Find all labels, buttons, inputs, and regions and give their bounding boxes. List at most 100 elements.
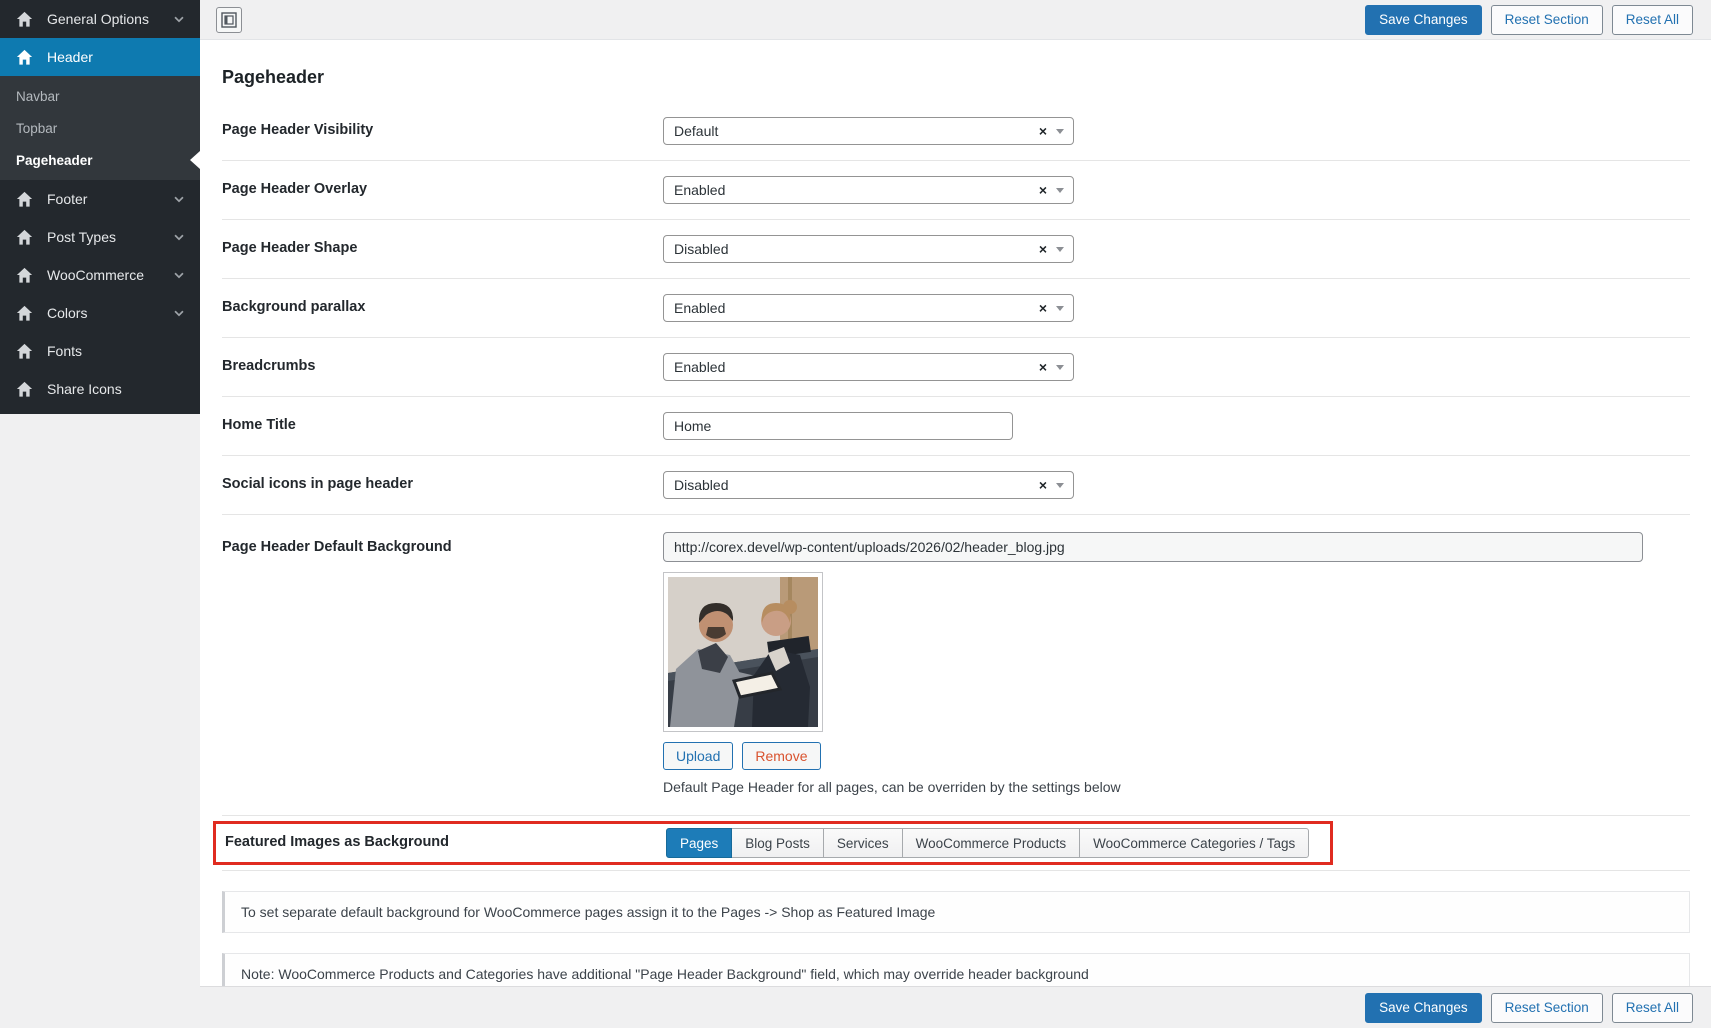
sidebar-item-label: Footer (47, 191, 87, 207)
panel-toggle-button[interactable] (216, 7, 242, 33)
home-icon (15, 190, 34, 209)
upload-button[interactable]: Upload (663, 742, 733, 770)
sidebar-item-label: Navbar (16, 89, 60, 104)
background-url-input[interactable] (663, 532, 1643, 562)
reset-all-button[interactable]: Reset All (1612, 5, 1693, 35)
panel-icon (221, 12, 237, 28)
clear-icon[interactable]: × (1039, 301, 1047, 315)
home-icon (15, 342, 34, 361)
social-icons-select[interactable]: Disabled × (663, 471, 1074, 499)
page-header-shape-select[interactable]: Disabled × (663, 235, 1074, 263)
field-row-home-title: Home Title (222, 397, 1690, 456)
options-sidebar: General Options Header Navbar Topbar Pag… (0, 0, 200, 1028)
field-description: Default Page Header for all pages, can b… (663, 779, 1690, 795)
business-meeting-photo (668, 577, 818, 727)
sidebar-item-label: Colors (47, 305, 87, 321)
sidebar-item-label: Post Types (47, 229, 116, 245)
sidebar-item-navbar[interactable]: Navbar (0, 80, 200, 112)
row-separator (222, 870, 1690, 871)
page-title: Pageheader (222, 67, 1690, 88)
sidebar-item-footer[interactable]: Footer (0, 180, 200, 218)
sidebar-item-label: Header (47, 49, 93, 65)
save-changes-button[interactable]: Save Changes (1365, 5, 1482, 35)
selected-value: Enabled (674, 182, 1039, 198)
selected-value: Enabled (674, 300, 1039, 316)
clear-icon[interactable]: × (1039, 478, 1047, 492)
option-services-button[interactable]: Services (823, 828, 903, 858)
page-header-visibility-select[interactable]: Default × (663, 117, 1074, 145)
home-icon (15, 266, 34, 285)
field-row-page-header-overlay: Page Header Overlay Enabled × (222, 161, 1690, 220)
clear-icon[interactable]: × (1039, 124, 1047, 138)
reset-all-button-bottom[interactable]: Reset All (1612, 993, 1693, 1023)
caret-down-icon (1056, 306, 1064, 311)
selected-value: Disabled (674, 241, 1039, 257)
home-icon (15, 304, 34, 323)
reset-section-button-bottom[interactable]: Reset Section (1491, 993, 1603, 1023)
sidebar-item-label: Fonts (47, 343, 82, 359)
sidebar-item-fonts[interactable]: Fonts (0, 332, 200, 370)
chevron-down-icon (172, 306, 186, 320)
caret-down-icon (1056, 483, 1064, 488)
chevron-down-icon (172, 12, 186, 26)
field-row-breadcrumbs: Breadcrumbs Enabled × (222, 338, 1690, 397)
chevron-down-icon (172, 268, 186, 282)
sidebar-item-topbar[interactable]: Topbar (0, 112, 200, 144)
sidebar-item-pageheader[interactable]: Pageheader (0, 144, 200, 176)
home-icon (15, 228, 34, 247)
selected-value: Enabled (674, 359, 1039, 375)
background-image-thumbnail (663, 572, 823, 732)
field-label: Featured Images as Background (225, 833, 666, 853)
caret-down-icon (1056, 365, 1064, 370)
selected-value: Disabled (674, 477, 1039, 493)
caret-down-icon (1056, 129, 1064, 134)
woocommerce-shop-notice: To set separate default background for W… (222, 891, 1690, 933)
option-pages-button[interactable]: Pages (666, 828, 732, 858)
page-header-overlay-select[interactable]: Enabled × (663, 176, 1074, 204)
field-row-page-header-shape: Page Header Shape Disabled × (222, 220, 1690, 279)
clear-icon[interactable]: × (1039, 183, 1047, 197)
field-label: Page Header Overlay (222, 180, 663, 200)
top-toolbar: Save Changes Reset Section Reset All (200, 0, 1711, 40)
sidebar-item-colors[interactable]: Colors (0, 294, 200, 332)
featured-images-row-annotated: Featured Images as Background Pages Blog… (213, 821, 1333, 865)
option-blog-posts-button[interactable]: Blog Posts (731, 828, 824, 858)
reset-section-button[interactable]: Reset Section (1491, 5, 1603, 35)
home-title-input[interactable] (663, 412, 1013, 440)
breadcrumbs-select[interactable]: Enabled × (663, 353, 1074, 381)
sidebar-item-post-types[interactable]: Post Types (0, 218, 200, 256)
sidebar-item-label: Topbar (16, 121, 57, 136)
sidebar-item-share-icons[interactable]: Share Icons (0, 370, 200, 408)
clear-icon[interactable]: × (1039, 360, 1047, 374)
remove-button[interactable]: Remove (742, 742, 820, 770)
sidebar-item-label: WooCommerce (47, 267, 144, 283)
field-label: Home Title (222, 416, 663, 436)
option-woocommerce-categories-button[interactable]: WooCommerce Categories / Tags (1079, 828, 1309, 858)
selected-value: Default (674, 123, 1039, 139)
clear-icon[interactable]: × (1039, 242, 1047, 256)
featured-images-button-group: Pages Blog Posts Services WooCommerce Pr… (666, 828, 1309, 858)
field-label: Page Header Shape (222, 239, 663, 259)
options-menu: General Options Header Navbar Topbar Pag… (0, 0, 200, 414)
home-icon (15, 48, 34, 67)
sidebar-item-woocommerce[interactable]: WooCommerce (0, 256, 200, 294)
field-label: Social icons in page header (222, 475, 663, 495)
header-submenu: Navbar Topbar Pageheader (0, 76, 200, 180)
section-content: Pageheader Page Header Visibility Defaul… (200, 41, 1711, 986)
field-label: Breadcrumbs (222, 357, 663, 377)
option-woocommerce-products-button[interactable]: WooCommerce Products (902, 828, 1081, 858)
caret-down-icon (1056, 247, 1064, 252)
save-changes-button-bottom[interactable]: Save Changes (1365, 993, 1482, 1023)
field-row-background-parallax: Background parallax Enabled × (222, 279, 1690, 338)
background-parallax-select[interactable]: Enabled × (663, 294, 1074, 322)
sidebar-item-header[interactable]: Header (0, 38, 200, 76)
sidebar-item-label: Share Icons (47, 381, 122, 397)
current-item-arrow-icon (190, 151, 200, 169)
sidebar-item-general-options[interactable]: General Options (0, 0, 200, 38)
chevron-down-icon (172, 192, 186, 206)
home-icon (15, 380, 34, 399)
field-row-social-icons: Social icons in page header Disabled × (222, 456, 1690, 515)
field-label: Page Header Default Background (222, 532, 663, 558)
caret-down-icon (1056, 188, 1064, 193)
field-row-default-background: Page Header Default Background (222, 515, 1690, 816)
